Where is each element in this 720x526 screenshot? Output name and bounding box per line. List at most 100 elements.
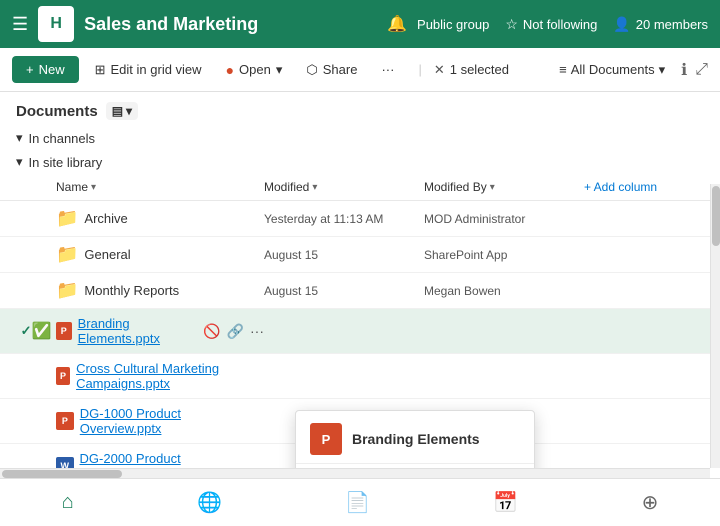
copy-link-icon[interactable]: 🔗 (227, 323, 244, 340)
docs-nav-icon[interactable]: 📄 (345, 490, 370, 515)
open-icon: ● (226, 62, 234, 78)
group-title: Sales and Marketing (84, 14, 371, 35)
checkbox-header (16, 180, 56, 194)
modified-sort-icon: ▾ (312, 182, 317, 193)
modified-by-cell: Megan Bowen (424, 284, 584, 298)
close-icon[interactable]: ✕ (434, 62, 445, 78)
checkbox-cell[interactable]: ✅ (16, 321, 56, 341)
calendar-nav-icon[interactable]: 📅 (493, 490, 518, 515)
documents-header: Documents ▤ ▾ (0, 92, 720, 126)
new-button[interactable]: + New (12, 56, 79, 83)
all-docs-button[interactable]: ≡ All Documents ▾ (559, 62, 665, 78)
home-nav-icon[interactable]: ⌂ (62, 491, 74, 514)
file-name-text[interactable]: Branding Elements.pptx (78, 316, 198, 346)
documents-title: Documents (16, 103, 98, 120)
globe-nav-icon[interactable]: 🌐 (197, 490, 222, 515)
new-label: New (39, 62, 65, 77)
modified-col-label: Modified (264, 180, 309, 194)
members-button[interactable]: 👤 20 members (613, 16, 708, 33)
table-row[interactable]: General August 15 SharePoint App (0, 237, 720, 273)
open-chevron: ▾ (276, 62, 283, 78)
delete-icon[interactable]: 🚫 (203, 323, 220, 340)
lines-icon: ≡ (559, 62, 567, 77)
view-chevron: ▾ (126, 104, 132, 118)
popup-pptx-icon: P (310, 423, 342, 455)
grid-icon: ⊞ (95, 62, 106, 78)
public-group[interactable]: Public group (417, 17, 489, 32)
all-docs-label: All Documents (571, 62, 655, 77)
file-name-text[interactable]: DG-1000 Product Overview.pptx (80, 406, 264, 436)
checked-out-icon: ✅ (31, 321, 51, 341)
in-channels-chevron: ▾ (16, 130, 23, 146)
vertical-scrollbar[interactable] (710, 184, 720, 468)
follow-label: Not following (523, 17, 597, 32)
star-icon: ☆ (505, 16, 518, 33)
name-column-header[interactable]: Name ▾ (56, 180, 264, 194)
hamburger-icon[interactable]: ☰ (12, 14, 28, 35)
info-icon[interactable]: ℹ (681, 60, 687, 80)
file-name-cell: Archive (56, 208, 264, 229)
popup-header: P Branding Elements (296, 411, 534, 464)
share-icon: ⬡ (306, 62, 317, 78)
open-label: Open (239, 62, 271, 77)
modified-by-column-header[interactable]: Modified By ▾ (424, 180, 584, 194)
pptx-icon: P (56, 412, 74, 430)
horizontal-scrollbar[interactable] (0, 468, 710, 478)
separator: | (418, 62, 421, 77)
file-name-cell: W DG-2000 Product Overview.docx (56, 451, 264, 468)
in-channels-label: In channels (29, 131, 96, 146)
row-actions: 🚫 🔗 ··· (203, 323, 264, 340)
table-row[interactable]: P Cross Cultural Marketing Campaigns.ppt… (0, 354, 720, 399)
modified-cell: August 15 (264, 248, 424, 262)
file-name-text[interactable]: Monthly Reports (84, 283, 179, 298)
add-column-button[interactable]: + Add column (584, 180, 704, 194)
file-name-text[interactable]: General (84, 247, 130, 262)
modified-by-cell: SharePoint App (424, 248, 584, 262)
share-button[interactable]: ⬡ Share (298, 58, 365, 82)
in-site-library-label: In site library (29, 155, 103, 170)
name-col-label: Name (56, 180, 88, 194)
selected-count: 1 selected (450, 62, 509, 77)
pptx-icon: P (56, 322, 72, 340)
modified-by-col-label: Modified By (424, 180, 487, 194)
top-navigation: ☰ H Sales and Marketing 🔔 Public group ☆… (0, 0, 720, 48)
expand-icon[interactable]: ⤢ (695, 61, 708, 79)
pptx-icon: P (56, 367, 70, 385)
in-site-library-chevron: ▾ (16, 154, 23, 170)
table-row[interactable]: Monthly Reports August 15 Megan Bowen (0, 273, 720, 309)
settings-icon[interactable]: 🔔 (387, 14, 407, 34)
folder-icon (56, 208, 78, 229)
share-label: Share (323, 62, 358, 77)
modified-by-sort-icon: ▾ (490, 182, 495, 193)
public-group-label: Public group (417, 17, 489, 32)
modified-column-header[interactable]: Modified ▾ (264, 180, 424, 194)
view-toggle[interactable]: ▤ ▾ (106, 102, 138, 120)
popup-details-link[interactable]: ⬡ See details (296, 464, 534, 468)
follow-button[interactable]: ☆ Not following (505, 16, 597, 33)
more-actions-icon[interactable]: ··· (250, 323, 264, 339)
more-button[interactable]: ··· (373, 58, 402, 81)
add-nav-icon[interactable]: ⊕ (642, 490, 659, 515)
modified-cell: August 15 (264, 284, 424, 298)
in-channels-section[interactable]: ▾ In channels (0, 126, 720, 150)
selected-badge: ✕ 1 selected (434, 62, 509, 78)
all-docs-chevron: ▾ (659, 62, 666, 78)
folder-icon (56, 244, 78, 265)
person-icon: 👤 (613, 16, 630, 33)
table-row[interactable]: ✅ P Branding Elements.pptx 🚫 🔗 ··· (0, 309, 720, 354)
file-name-text[interactable]: Cross Cultural Marketing Campaigns.pptx (76, 361, 264, 391)
toolbar: + New ⊞ Edit in grid view ● Open ▾ ⬡ Sha… (0, 48, 720, 92)
table-row[interactable]: Archive Yesterday at 11:13 AM MOD Admini… (0, 201, 720, 237)
open-button[interactable]: ● Open ▾ (218, 58, 291, 82)
file-list-header: Name ▾ Modified ▾ Modified By ▾ + Add co… (0, 174, 720, 201)
file-name-cell: P Cross Cultural Marketing Campaigns.ppt… (56, 361, 264, 391)
in-site-library-section[interactable]: ▾ In site library (0, 150, 720, 174)
content-area: Documents ▤ ▾ ▾ In channels ▾ In site li… (0, 92, 720, 468)
edit-grid-button[interactable]: ⊞ Edit in grid view (87, 58, 210, 82)
file-name-text[interactable]: DG-2000 Product Overview.docx (80, 451, 264, 468)
vertical-scrollbar-thumb[interactable] (712, 186, 720, 246)
file-name-text[interactable]: Archive (84, 211, 127, 226)
modified-cell: Yesterday at 11:13 AM (264, 212, 424, 226)
app-logo: H (38, 6, 74, 42)
horizontal-scrollbar-thumb[interactable] (2, 470, 122, 478)
